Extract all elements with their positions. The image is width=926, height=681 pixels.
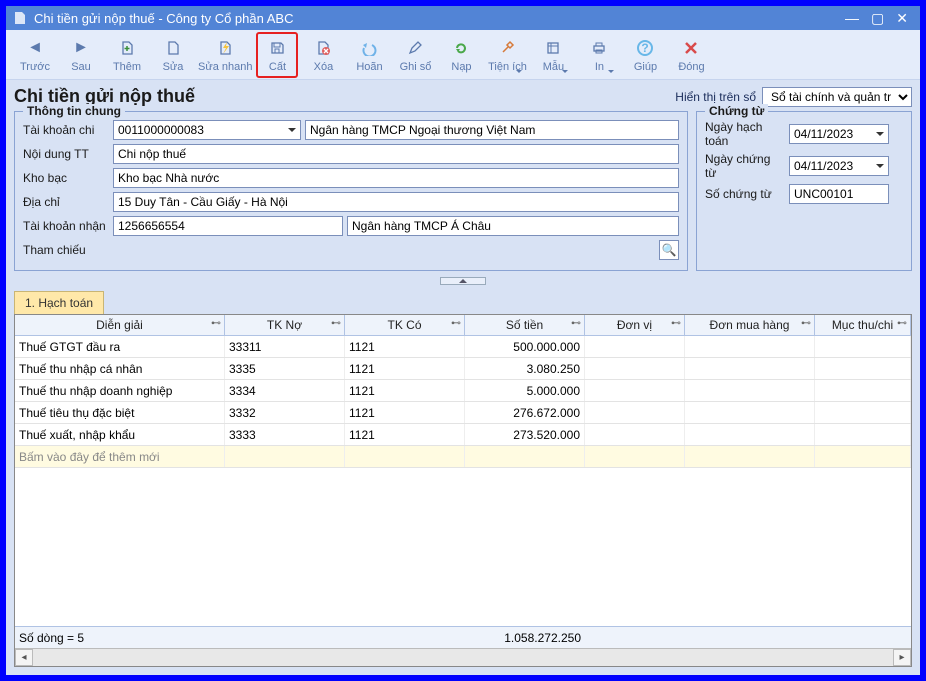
window-title: Chi tiền gửi nộp thuế - Công ty Cổ phần …: [34, 11, 293, 26]
tkchi-input[interactable]: 0011000000083: [113, 120, 301, 140]
toolbar-mau[interactable]: Mẫu: [532, 32, 574, 78]
soct-label: Số chứng từ: [705, 187, 785, 201]
minimize-button[interactable]: —: [839, 10, 865, 26]
khobac-input[interactable]: Kho bạc Nhà nước: [113, 168, 679, 188]
toolbar-xoa[interactable]: Xóa: [302, 32, 344, 78]
col-donvi[interactable]: Đơn vị⊷: [585, 315, 685, 335]
tools-icon: [499, 37, 515, 59]
toolbar-sua[interactable]: Sửa: [152, 32, 194, 78]
chung-tu-group: Chứng từ Ngày hạch toán 04/11/2023 Ngày …: [696, 111, 912, 271]
titlebar: Chi tiền gửi nộp thuế - Công ty Cổ phần …: [6, 6, 920, 30]
quick-edit-icon: [217, 37, 233, 59]
ngayht-label: Ngày hạch toán: [705, 120, 785, 148]
group-legend: Chứng từ: [705, 104, 768, 118]
soct-input[interactable]: UNC00101: [789, 184, 889, 204]
group-legend: Thông tin chung: [23, 104, 125, 118]
diachi-label: Địa chỉ: [23, 195, 109, 209]
save-icon: [269, 37, 285, 59]
help-icon: ?: [636, 37, 654, 59]
tab-hachtoan[interactable]: 1. Hạch toán: [14, 291, 104, 314]
noidung-label: Nội dung TT: [23, 147, 109, 161]
ngayct-label: Ngày chứng từ: [705, 152, 785, 180]
col-diengiai[interactable]: Diễn giải⊷: [15, 315, 225, 335]
table-row[interactable]: Thuế thu nhập cá nhân333511213.080.250: [15, 358, 911, 380]
magnifier-icon: 🔍: [662, 243, 677, 257]
diachi-input[interactable]: 15 Duy Tân - Cầu Giấy - Hà Nội: [113, 192, 679, 212]
toolbar-them[interactable]: Thêm: [106, 32, 148, 78]
thamchieu-lookup-button[interactable]: 🔍: [659, 240, 679, 260]
toolbar-hoan[interactable]: Hoãn: [348, 32, 390, 78]
noidung-input[interactable]: Chi nộp thuế: [113, 144, 679, 164]
tkchi-label: Tài khoản chi: [23, 123, 109, 137]
close-button[interactable]: ✕: [890, 10, 914, 27]
add-icon: [119, 37, 135, 59]
toolbar-tienich[interactable]: Tiện ích: [486, 32, 528, 78]
tknhan-input[interactable]: 1256656554: [113, 216, 343, 236]
toolbar-nap[interactable]: Nạp: [440, 32, 482, 78]
toolbar-suanhanh[interactable]: Sửa nhanh: [198, 32, 252, 78]
table-row[interactable]: Thuế xuất, nhập khẩu33331121273.520.000: [15, 424, 911, 446]
scrollbar-track[interactable]: [33, 649, 893, 666]
footer-rowcount: Số dòng = 5: [15, 631, 225, 645]
col-mucthuchi[interactable]: Mục thu/chi⊷: [815, 315, 911, 335]
table-row[interactable]: Thuế thu nhập doanh nghiệp333411215.000.…: [15, 380, 911, 402]
table-row[interactable]: Thuế tiêu thụ đặc biệt33321121276.672.00…: [15, 402, 911, 424]
khobac-label: Kho bạc: [23, 171, 109, 185]
toolbar-ghiso[interactable]: Ghi sổ: [394, 32, 436, 78]
undo-icon: [360, 37, 378, 59]
svg-text:?: ?: [642, 41, 649, 55]
display-on-select[interactable]: Sổ tài chính và quản trị: [762, 87, 912, 107]
toolbar-truoc[interactable]: ◄Trước: [14, 32, 56, 78]
arrow-left-icon: ◄: [27, 37, 43, 59]
pencil-icon: [407, 37, 423, 59]
display-on-label: Hiển thị trên sổ: [675, 90, 756, 104]
template-icon: [545, 37, 561, 59]
detail-grid: Diễn giải⊷ TK Nợ⊷ TK Có⊷ Số tiền⊷ Đơn vị…: [14, 314, 912, 667]
tknhan-bank-input[interactable]: Ngân hàng TMCP Á Châu: [347, 216, 679, 236]
ngayct-input[interactable]: 04/11/2023: [789, 156, 889, 176]
scroll-right-button[interactable]: ▸: [893, 649, 911, 666]
col-donmuahang[interactable]: Đơn mua hàng⊷: [685, 315, 815, 335]
collapse-toggle[interactable]: [440, 277, 486, 285]
maximize-button[interactable]: ▢: [865, 10, 890, 27]
ngayht-input[interactable]: 04/11/2023: [789, 124, 889, 144]
thong-tin-chung-group: Thông tin chung Tài khoản chi 0011000000…: [14, 111, 688, 271]
col-tkco[interactable]: TK Có⊷: [345, 315, 465, 335]
toolbar-in[interactable]: In: [578, 32, 620, 78]
footer-total: 1.058.272.250: [465, 631, 585, 645]
toolbar: ◄Trước ►Sau Thêm Sửa Sửa nhanh Cất Xóa H…: [6, 30, 920, 80]
arrow-right-icon: ►: [73, 37, 89, 59]
tknhan-label: Tài khoản nhận: [23, 219, 109, 233]
toolbar-giup[interactable]: ?Giúp: [624, 32, 666, 78]
print-icon: [591, 37, 607, 59]
delete-icon: [315, 37, 331, 59]
col-tkno[interactable]: TK Nợ⊷: [225, 315, 345, 335]
pin-icon: ⊷: [211, 318, 221, 329]
toolbar-dong[interactable]: Đóng: [670, 32, 712, 78]
app-icon: [12, 10, 28, 26]
tkchi-bank-input[interactable]: Ngân hàng TMCP Ngoại thương Việt Nam: [305, 120, 679, 140]
col-sotien[interactable]: Số tiền⊷: [465, 315, 585, 335]
scroll-left-button[interactable]: ◂: [15, 649, 33, 666]
new-row[interactable]: Bấm vào đây để thêm mới: [15, 446, 911, 468]
refresh-icon: [453, 37, 469, 59]
thamchieu-label: Tham chiếu: [23, 243, 109, 257]
toolbar-cat[interactable]: Cất: [256, 32, 298, 78]
table-row[interactable]: Thuế GTGT đầu ra333111121500.000.000: [15, 336, 911, 358]
close-icon: [684, 37, 698, 59]
edit-icon: [165, 37, 181, 59]
toolbar-sau[interactable]: ►Sau: [60, 32, 102, 78]
